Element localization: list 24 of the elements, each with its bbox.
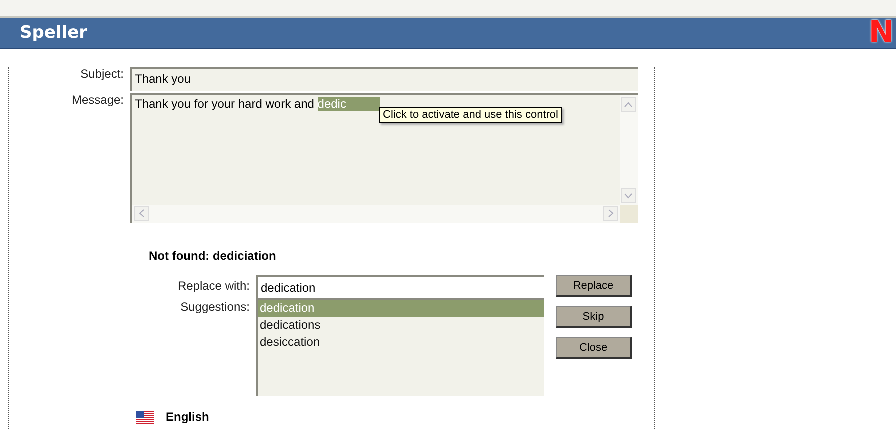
suggestion-item[interactable]: dedications <box>258 317 544 334</box>
suggestions-label: Suggestions: <box>180 299 251 314</box>
subject-label: Subject: <box>80 67 125 81</box>
subject-field[interactable]: Thank you <box>130 67 638 91</box>
not-found-text: Not found: dediciation <box>149 249 278 263</box>
action-button[interactable]: Replace <box>556 275 632 297</box>
scroll-up-icon[interactable] <box>621 97 636 112</box>
scroll-down-icon[interactable] <box>621 188 636 203</box>
tooltip: Click to activate and use this control <box>379 107 562 123</box>
action-button[interactable]: Close <box>556 337 632 359</box>
scrollbar-corner <box>620 205 638 223</box>
flag-icon <box>136 410 154 424</box>
suggestions-list[interactable]: dedication dedications desiccation <box>256 298 544 396</box>
vertical-scrollbar[interactable] <box>620 95 638 205</box>
scroll-left-icon[interactable] <box>134 206 149 221</box>
language-label: English <box>166 410 210 424</box>
logo: N <box>868 18 894 48</box>
replace-field[interactable]: dedication <box>256 275 544 298</box>
message-label: Message: <box>70 93 125 107</box>
action-button[interactable]: Skip <box>556 306 632 328</box>
suggestion-item[interactable]: desiccation <box>258 334 544 351</box>
scroll-right-icon[interactable] <box>603 206 618 221</box>
replace-label: Replace with: <box>176 278 251 293</box>
window-title: Speller <box>20 23 88 43</box>
